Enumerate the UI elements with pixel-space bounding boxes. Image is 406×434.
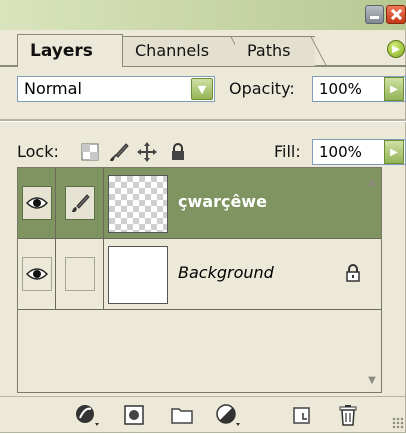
close-icon[interactable] [386, 5, 406, 24]
fill-slider-arrow-icon[interactable]: ▶ [384, 140, 404, 164]
opacity-label: Opacity: [229, 79, 295, 98]
panel-tabs: Layers Channels Paths ▶ [0, 30, 406, 67]
new-group-icon[interactable] [168, 401, 196, 429]
scroll-down-icon[interactable]: ▼ [363, 370, 381, 390]
divider [0, 119, 406, 122]
tab-layers[interactable]: Layers [17, 34, 123, 67]
layers-list: çwarçêwe Background [17, 167, 382, 393]
tab-paths[interactable]: Paths [235, 36, 315, 66]
layer-row[interactable]: Background [18, 239, 381, 310]
resize-grip-icon[interactable] [392, 417, 404, 429]
tab-channels[interactable]: Channels [123, 36, 235, 66]
lock-image-pixels-icon[interactable] [108, 141, 130, 163]
visibility-toggle[interactable] [18, 239, 56, 309]
layer-thumbnail[interactable] [108, 246, 168, 304]
link-cell [64, 257, 95, 291]
panel-bottom-toolbar [0, 396, 406, 434]
chevron-down-icon[interactable]: ▼ [191, 78, 213, 100]
layer-mask-icon[interactable] [120, 401, 148, 429]
new-layer-icon[interactable] [288, 401, 316, 429]
visibility-toggle[interactable] [18, 168, 56, 238]
brush-icon [71, 194, 90, 212]
eye-icon [25, 268, 48, 280]
layer-name[interactable]: Background [178, 263, 274, 282]
layer-name[interactable]: çwarçêwe [178, 192, 267, 211]
delete-layer-icon[interactable] [334, 401, 362, 429]
brush-cell [64, 186, 95, 220]
layer-thumbnail[interactable] [108, 175, 168, 233]
layer-style-icon[interactable] [73, 401, 101, 429]
visibility-cell [21, 257, 52, 291]
opacity-slider-arrow-icon[interactable]: ▶ [384, 77, 404, 101]
eye-icon [25, 197, 48, 209]
fill-label: Fill: [274, 142, 301, 161]
blend-mode-select[interactable]: Normal ▼ [17, 76, 215, 102]
scroll-up-icon[interactable]: ▲ [363, 172, 381, 192]
lock-transparent-pixels-icon[interactable] [79, 141, 101, 163]
panel-title-bar[interactable] [0, 0, 406, 30]
lock-position-icon[interactable] [136, 141, 158, 163]
layer-row[interactable]: çwarçêwe [18, 168, 381, 239]
panel-menu-arrow-icon[interactable]: ▶ [387, 40, 405, 58]
adjustment-layer-icon[interactable] [214, 401, 242, 429]
lock-icon [345, 264, 361, 286]
layers-panel: Layers Channels Paths ▶ Normal ▼ Opacity… [0, 0, 406, 433]
fill-value: 100% [319, 143, 362, 161]
brush-link-toggle[interactable] [56, 168, 104, 238]
link-toggle[interactable] [56, 239, 104, 309]
lock-label: Lock: [17, 142, 59, 161]
opacity-value: 100% [319, 80, 362, 98]
lock-all-icon[interactable] [167, 141, 189, 163]
minimize-icon[interactable] [365, 5, 384, 24]
blend-mode-value: Normal [24, 79, 82, 98]
visibility-cell [21, 186, 52, 220]
